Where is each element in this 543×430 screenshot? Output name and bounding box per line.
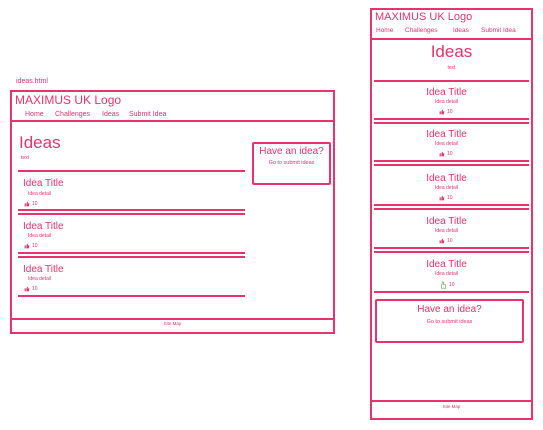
desktop-idea-title[interactable]: Idea Title [23, 265, 64, 275]
desktop-idea-detail: Idea detail [28, 276, 52, 282]
desktop-idea-title[interactable]: Idea Title [23, 222, 64, 232]
desktop-divider [18, 170, 245, 172]
mobile-divider [374, 118, 529, 120]
mobile-idea-title[interactable]: Idea Title [370, 130, 523, 140]
desktop-idea-like-count: 10 [32, 286, 38, 292]
desktop-idea-like[interactable]: 10 [24, 243, 38, 249]
mobile-cta-link[interactable]: Go to submit ideas [375, 319, 524, 326]
mobile-idea-like[interactable]: 10 [439, 195, 453, 201]
mobile-divider [374, 164, 529, 166]
desktop-divider [18, 213, 245, 215]
mobile-idea-detail: Idea detail [434, 185, 459, 191]
mobile-idea-title[interactable]: Idea Title [370, 174, 523, 184]
mobile-nav-challenges[interactable]: Challenges [405, 27, 438, 35]
desktop-idea-detail: Idea detail [28, 191, 52, 197]
mobile-divider [374, 122, 529, 124]
mobile-footer-divider [370, 400, 533, 402]
mobile-header-divider [370, 38, 533, 40]
mobile-idea-title[interactable]: Idea Title [370, 217, 523, 227]
hand-cursor-icon [441, 281, 447, 289]
mobile-nav-ideas[interactable]: Ideas [453, 27, 469, 35]
desktop-cta-link[interactable]: Go to submit ideas [252, 160, 331, 167]
desktop-idea-title[interactable]: Idea Title [23, 179, 64, 189]
mobile-logo[interactable]: MAXIMUS UK Logo [375, 12, 472, 23]
desktop-divider [18, 256, 245, 258]
desktop-wireframe [10, 90, 335, 334]
mobile-idea-detail: Idea detail [434, 271, 459, 277]
desktop-nav-challenges[interactable]: Challenges [55, 111, 90, 118]
mobile-idea-like-count: 10 [449, 282, 455, 288]
desktop-footer-divider [10, 318, 335, 320]
mobile-divider [374, 80, 529, 82]
desktop-idea-detail: Idea detail [28, 233, 52, 239]
mobile-idea-like-count: 10 [447, 195, 453, 201]
mobile-idea-detail: Idea detail [434, 99, 459, 105]
desktop-idea-like-count: 10 [32, 243, 38, 249]
mobile-nav-submit-idea[interactable]: Submit Idea [481, 27, 516, 35]
mobile-idea-like-count: 10 [447, 151, 453, 157]
mobile-idea-like[interactable]: 10 [439, 281, 455, 289]
desktop-idea-like-count: 10 [32, 201, 38, 207]
mobile-divider [374, 247, 529, 249]
mobile-idea-detail: Idea detail [434, 141, 459, 147]
mobile-divider [374, 208, 529, 210]
mobile-idea-like-count: 10 [447, 109, 453, 115]
desktop-footer-sitemap[interactable]: Site Map [10, 321, 335, 327]
file-caption: ideas.html [16, 78, 48, 85]
thumbs-up-icon [439, 238, 445, 244]
thumbs-up-icon [24, 201, 30, 207]
thumbs-up-icon [439, 151, 445, 157]
thumbs-up-icon [439, 109, 445, 115]
mobile-idea-like[interactable]: 10 [439, 238, 453, 244]
mobile-divider [374, 251, 529, 253]
mobile-cta-heading: Have an idea? [417, 304, 482, 315]
desktop-divider [18, 252, 245, 254]
desktop-intro-text: text [21, 155, 30, 161]
mobile-footer-sitemap[interactable]: Site Map [370, 404, 533, 410]
desktop-nav-submit-idea[interactable]: Submit Idea [129, 111, 166, 118]
thumbs-up-icon [24, 243, 30, 249]
desktop-idea-like[interactable]: 10 [24, 286, 38, 292]
desktop-logo[interactable]: MAXIMUS UK Logo [15, 94, 121, 106]
mobile-divider [374, 291, 529, 293]
mobile-idea-title[interactable]: Idea Title [370, 260, 523, 270]
mobile-idea-like[interactable]: 10 [439, 109, 453, 115]
mobile-idea-title[interactable]: Idea Title [370, 88, 523, 98]
desktop-divider [18, 209, 245, 211]
desktop-idea-like[interactable]: 10 [24, 201, 38, 207]
desktop-cta-heading: Have an idea? [259, 146, 324, 157]
desktop-nav-home[interactable]: Home [25, 111, 44, 118]
desktop-page-title: Ideas [19, 133, 61, 152]
mobile-page-title: Ideas [430, 42, 473, 61]
desktop-divider [18, 295, 245, 297]
mobile-divider [374, 204, 529, 206]
mobile-idea-like-count: 10 [447, 238, 453, 244]
mobile-nav-home[interactable]: Home [376, 27, 393, 35]
mobile-idea-like[interactable]: 10 [439, 151, 453, 157]
desktop-header-divider [10, 120, 335, 122]
desktop-nav-ideas[interactable]: Ideas [102, 111, 119, 118]
mobile-idea-detail: Idea detail [434, 228, 459, 234]
mobile-intro-text: text [447, 65, 456, 71]
thumbs-up-icon [439, 195, 445, 201]
thumbs-up-icon [24, 286, 30, 292]
mobile-divider [374, 160, 529, 162]
